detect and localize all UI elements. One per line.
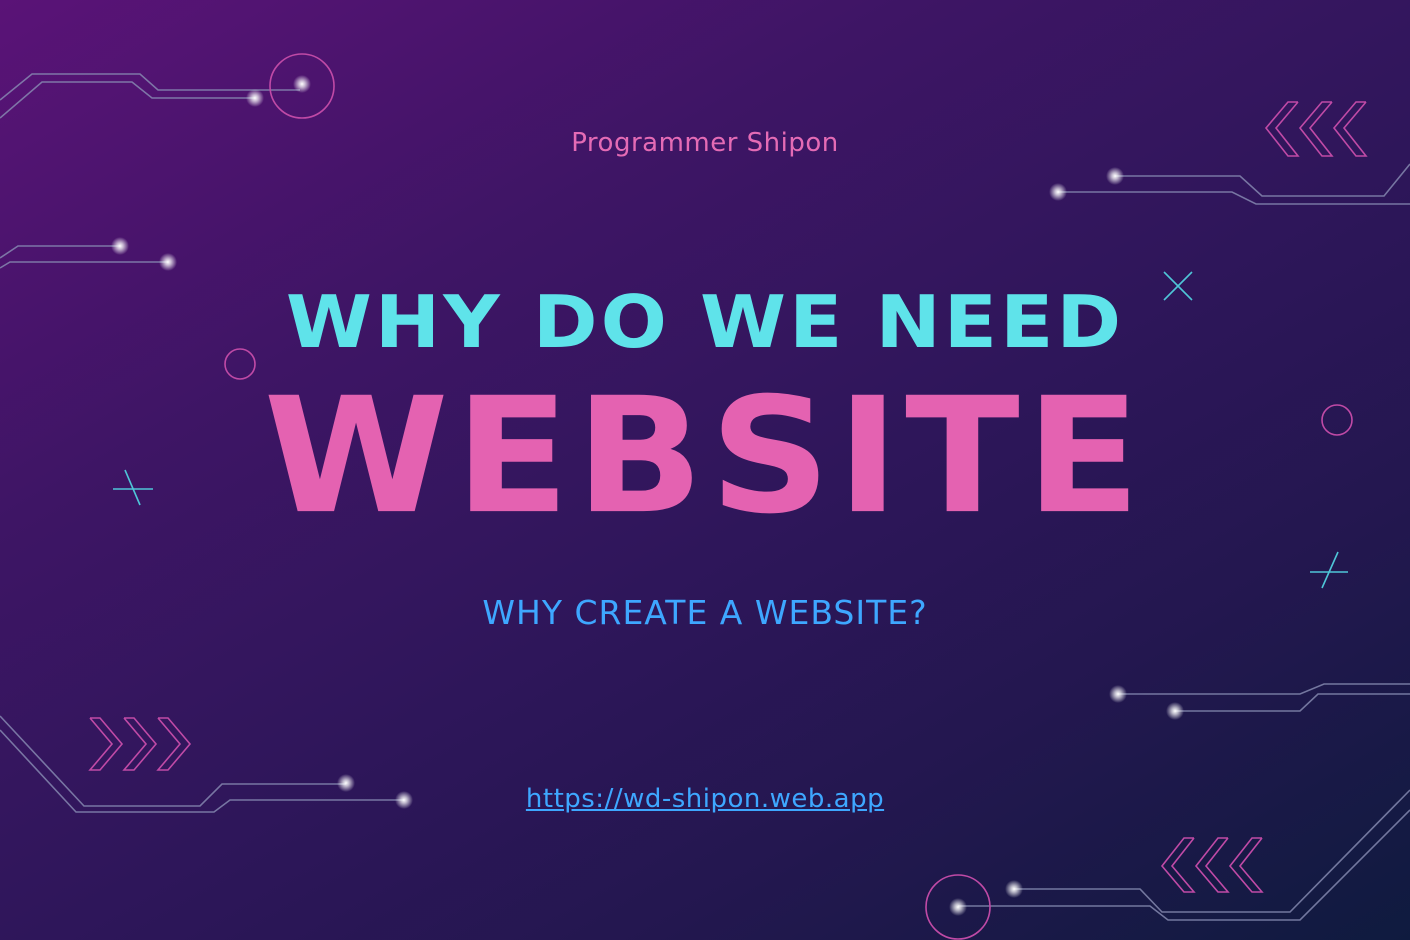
glow-dot-icon — [1049, 183, 1067, 201]
circuit-lines-right — [1118, 683, 1410, 712]
chevrons-left-icon — [1160, 837, 1264, 893]
headline: WHY DO WE NEED — [285, 281, 1125, 365]
main-title: WEBSITE — [263, 362, 1147, 550]
cross-icon — [1310, 551, 1348, 589]
glow-dot-icon — [1109, 685, 1127, 703]
glow-dot-icon — [111, 237, 129, 255]
chevrons-right-icon — [88, 717, 192, 771]
author-name: Programmer Shipon — [571, 128, 839, 158]
glow-dot-icon — [293, 75, 311, 93]
website-link[interactable]: https://wd-shipon.web.app — [526, 784, 884, 814]
circuit-lines-left — [0, 245, 168, 269]
glow-dot-icon — [159, 253, 177, 271]
glow-dot-icon — [246, 89, 264, 107]
glow-dot-icon — [1005, 880, 1023, 898]
glow-dot-icon — [1166, 702, 1184, 720]
glow-dot-icon — [949, 898, 967, 916]
glow-dot-icon — [1106, 167, 1124, 185]
subheadline: WHY CREATE A WEBSITE? — [482, 593, 928, 632]
poster: Programmer Shipon WHY DO WE NEED WEBSITE… — [0, 0, 1410, 940]
link-container: https://wd-shipon.web.app — [0, 784, 1410, 814]
